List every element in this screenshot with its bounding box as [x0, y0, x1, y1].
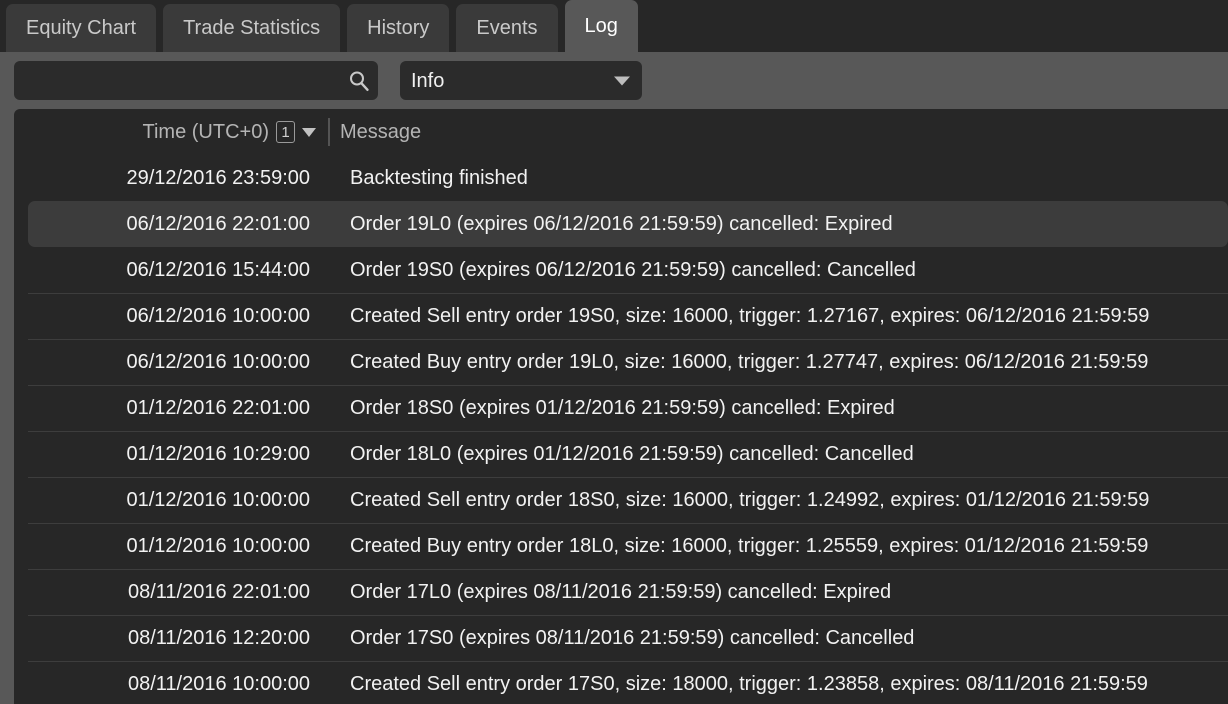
- cell-message: Order 17L0 (expires 08/11/2016 21:59:59)…: [350, 580, 892, 603]
- cell-time: 06/12/2016 22:01:00: [126, 212, 310, 235]
- tab-trade-statistics[interactable]: Trade Statistics: [163, 4, 341, 52]
- cell-time: 29/12/2016 23:59:00: [126, 166, 310, 189]
- log-panel-window: Equity Chart Trade Statistics History Ev…: [0, 0, 1228, 704]
- tab-label: Events: [476, 17, 538, 39]
- sort-order-badge: 1: [276, 121, 295, 143]
- table-row[interactable]: 08/11/2016 12:20:00 Order 17S0 (expires 0…: [14, 615, 1228, 661]
- tab-label: History: [367, 17, 430, 39]
- row-separator: [28, 661, 1228, 662]
- log-table-panel: Time (UTC+0) 1 Message 29/12/2016 23:59:…: [0, 109, 1228, 704]
- column-header-time[interactable]: Time (UTC+0) 1: [14, 121, 328, 144]
- row-separator: [28, 247, 1228, 248]
- cell-message: Order 19L0 (expires 06/12/2016 21:59:59)…: [350, 212, 893, 235]
- table-row[interactable]: 06/12/2016 22:01:00 Order 19L0 (expires 0…: [28, 201, 1228, 247]
- table-row[interactable]: 08/11/2016 22:01:00 Order 17L0 (expires 0…: [14, 569, 1228, 615]
- table-row[interactable]: 06/12/2016 10:00:00 Created Sell entry or…: [14, 293, 1228, 339]
- row-separator: [28, 569, 1228, 570]
- table-row[interactable]: 01/12/2016 10:29:00 Order 18L0 (expires 0…: [14, 431, 1228, 477]
- tab-strip: Equity Chart Trade Statistics History Ev…: [0, 0, 1228, 52]
- cell-message: Created Buy entry order 19L0, size: 1600…: [350, 350, 1149, 373]
- cell-time: 06/12/2016 10:00:00: [126, 350, 310, 373]
- column-header-time-label: Time (UTC+0): [142, 120, 269, 143]
- column-header-message[interactable]: Message: [330, 121, 421, 144]
- chevron-down-icon: [614, 76, 630, 85]
- row-separator: [28, 477, 1228, 478]
- row-separator: [28, 431, 1228, 432]
- cell-time: 06/12/2016 15:44:00: [126, 258, 310, 281]
- row-separator: [28, 615, 1228, 616]
- search-field[interactable]: [14, 61, 378, 100]
- row-separator: [28, 155, 1228, 156]
- table-body: 29/12/2016 23:59:00 Backtesting finished 0…: [14, 155, 1228, 704]
- cell-time: 08/11/2016 10:00:00: [127, 672, 310, 695]
- table-row[interactable]: 01/12/2016 10:00:00 Created Buy entry ord…: [14, 523, 1228, 569]
- sort-descending-icon: [302, 127, 316, 137]
- table-row[interactable]: 01/12/2016 22:01:00 Order 18S0 (expires 0…: [14, 385, 1228, 431]
- log-level-select[interactable]: Info: [400, 61, 642, 100]
- cell-time: 01/12/2016 22:01:00: [126, 396, 310, 419]
- tab-label: Equity Chart: [26, 17, 137, 39]
- cell-message: Created Sell entry order 18S0, size: 160…: [350, 488, 1150, 511]
- row-separator: [28, 293, 1228, 294]
- cell-time: 08/11/2016 22:01:00: [127, 580, 310, 603]
- tab-label: Log: [584, 15, 618, 37]
- cell-time: 01/12/2016 10:00:00: [126, 534, 310, 557]
- tab-log[interactable]: Log: [564, 0, 638, 52]
- table-header-row: Time (UTC+0) 1 Message: [14, 109, 1228, 155]
- table-row[interactable]: 06/12/2016 15:44:00 Order 19S0 (expires 0…: [14, 247, 1228, 293]
- row-separator: [28, 523, 1228, 524]
- table-row[interactable]: 06/12/2016 10:00:00 Created Buy entry ord…: [14, 339, 1228, 385]
- table-row[interactable]: 01/12/2016 10:00:00 Created Sell entry or…: [14, 477, 1228, 523]
- tab-equity-chart[interactable]: Equity Chart: [6, 4, 157, 52]
- cell-message: Order 19S0 (expires 06/12/2016 21:59:59)…: [350, 258, 916, 281]
- search-input[interactable]: [14, 61, 378, 100]
- table-row[interactable]: 29/12/2016 23:59:00 Backtesting finished: [14, 155, 1228, 201]
- cell-message: Created Buy entry order 18L0, size: 1600…: [350, 534, 1149, 557]
- tab-history[interactable]: History: [347, 4, 450, 52]
- cell-message: Created Sell entry order 19S0, size: 160…: [350, 304, 1150, 327]
- row-separator: [28, 385, 1228, 386]
- log-level-value: Info: [411, 69, 445, 92]
- log-table: Time (UTC+0) 1 Message 29/12/2016 23:59:…: [14, 109, 1228, 704]
- log-toolbar: Info: [0, 52, 1228, 109]
- table-row[interactable]: 08/11/2016 10:00:00 Created Sell entry or…: [14, 661, 1228, 704]
- cell-message: Order 17S0 (expires 08/11/2016 21:59:59)…: [350, 626, 915, 649]
- cell-time: 06/12/2016 10:00:00: [126, 304, 310, 327]
- cell-time: 01/12/2016 10:00:00: [126, 488, 310, 511]
- cell-message: Created Sell entry order 17S0, size: 180…: [350, 672, 1148, 695]
- cell-time: 01/12/2016 10:29:00: [126, 442, 310, 465]
- cell-time: 08/11/2016 12:20:00: [127, 626, 310, 649]
- cell-message: Order 18L0 (expires 01/12/2016 21:59:59)…: [350, 442, 914, 465]
- row-separator: [28, 339, 1228, 340]
- tab-events[interactable]: Events: [456, 4, 558, 52]
- column-header-message-label: Message: [340, 120, 422, 143]
- cell-message: Backtesting finished: [350, 166, 528, 189]
- cell-message: Order 18S0 (expires 01/12/2016 21:59:59)…: [350, 396, 895, 419]
- tab-label: Trade Statistics: [183, 17, 321, 39]
